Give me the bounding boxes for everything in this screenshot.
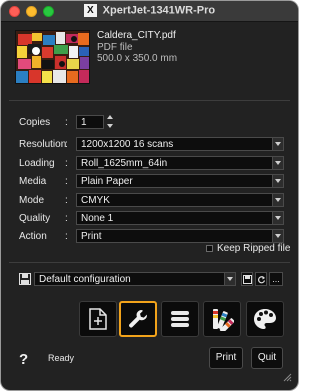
chevron-down-icon bbox=[224, 273, 235, 285]
print-button[interactable]: Print bbox=[209, 347, 243, 369]
decrement-icon[interactable] bbox=[105, 122, 114, 131]
increment-icon[interactable] bbox=[105, 113, 114, 122]
file-name: Caldera_CITY.pdf bbox=[97, 30, 176, 41]
chevron-down-icon bbox=[272, 194, 283, 206]
action-select[interactable]: Print bbox=[76, 229, 284, 243]
action-value: Print bbox=[81, 231, 102, 242]
media-label: Media bbox=[19, 176, 47, 187]
quality-value: None 1 bbox=[81, 213, 114, 224]
palette-button[interactable] bbox=[246, 301, 284, 337]
save-icon bbox=[242, 275, 252, 284]
app-window: X XpertJet-1341WR-Pro Caldera_CITY.pdf P… bbox=[1, 1, 298, 390]
save-config-button[interactable] bbox=[241, 272, 253, 286]
swatches-icon bbox=[213, 309, 234, 331]
resize-grip-icon[interactable] bbox=[282, 372, 292, 382]
quality-label: Quality bbox=[19, 213, 51, 224]
mode-colon: : bbox=[65, 195, 68, 206]
file-type: PDF file bbox=[97, 42, 133, 53]
quality-colon: : bbox=[65, 213, 68, 224]
mode-value: CMYK bbox=[81, 195, 110, 206]
configuration-icon bbox=[19, 273, 31, 285]
copies-label: Copies bbox=[19, 117, 51, 128]
copies-value: 1 bbox=[81, 117, 87, 128]
window-title-group: X XpertJet-1341WR-Pro bbox=[1, 4, 298, 17]
list-button[interactable] bbox=[161, 301, 199, 337]
add-page-button[interactable] bbox=[79, 301, 117, 337]
keep-ripped-checkbox[interactable] bbox=[206, 245, 213, 252]
quit-button[interactable]: Quit bbox=[251, 347, 283, 369]
chevron-down-icon bbox=[272, 230, 283, 242]
chevron-down-icon bbox=[272, 138, 283, 150]
chevron-down-icon bbox=[272, 175, 283, 187]
divider bbox=[9, 100, 290, 101]
wrench-icon bbox=[129, 310, 147, 328]
media-colon: : bbox=[65, 176, 68, 187]
loading-label: Loading bbox=[19, 158, 55, 169]
media-value: Plain Paper bbox=[81, 176, 133, 187]
copies-stepper[interactable] bbox=[105, 113, 114, 131]
quality-select[interactable]: None 1 bbox=[76, 211, 284, 225]
copies-input[interactable]: 1 bbox=[76, 115, 104, 129]
media-select[interactable]: Plain Paper bbox=[76, 174, 284, 188]
keep-ripped-label[interactable]: Keep Ripped file bbox=[217, 243, 290, 254]
page-plus-icon bbox=[89, 308, 107, 330]
file-dimensions: 500.0 x 350.0 mm bbox=[97, 53, 178, 64]
loading-colon: : bbox=[65, 158, 68, 169]
configuration-select[interactable]: Default configuration bbox=[34, 272, 236, 286]
divider bbox=[9, 262, 290, 263]
palette-icon bbox=[254, 309, 276, 329]
loading-value: Roll_1625mm_64in bbox=[81, 158, 168, 169]
app-logo-icon: X bbox=[83, 4, 97, 17]
action-colon: : bbox=[65, 231, 68, 242]
title-bar: X XpertJet-1341WR-Pro bbox=[1, 1, 298, 22]
list-icon bbox=[171, 311, 189, 327]
window-title: XpertJet-1341WR-Pro bbox=[102, 4, 216, 17]
help-icon[interactable]: ? bbox=[19, 351, 28, 368]
action-label: Action bbox=[19, 231, 47, 242]
resolution-colon: : bbox=[65, 139, 68, 150]
loading-select[interactable]: Roll_1625mm_64in bbox=[76, 156, 284, 170]
refresh-icon bbox=[257, 276, 265, 284]
resolution-label: Resolution bbox=[19, 139, 67, 150]
configuration-value: Default configuration bbox=[39, 274, 131, 285]
color-swatches-button[interactable] bbox=[203, 301, 241, 337]
mode-label: Mode bbox=[19, 195, 45, 206]
mode-select[interactable]: CMYK bbox=[76, 193, 284, 207]
status-text: Ready bbox=[48, 353, 75, 363]
resolution-value: 1200x1200 16 scans bbox=[81, 139, 174, 150]
refresh-config-button[interactable] bbox=[255, 272, 267, 286]
tools-button[interactable] bbox=[119, 301, 157, 337]
copies-colon: : bbox=[65, 117, 68, 128]
chevron-down-icon bbox=[272, 212, 283, 224]
more-config-button[interactable]: ... bbox=[269, 272, 283, 286]
file-thumbnail bbox=[15, 30, 90, 84]
chevron-down-icon bbox=[272, 157, 283, 169]
resolution-select[interactable]: 1200x1200 16 scans bbox=[76, 137, 284, 151]
